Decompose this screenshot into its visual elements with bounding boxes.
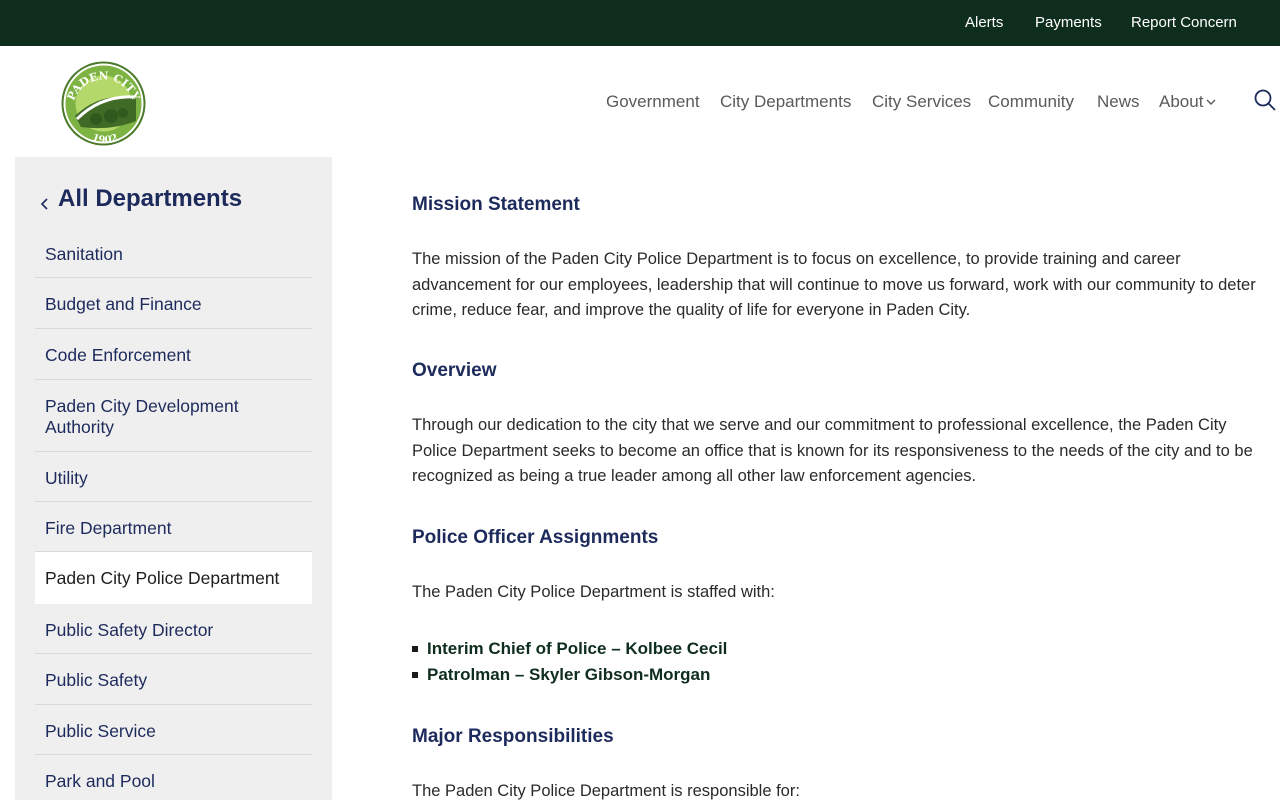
sidebar-item-utility[interactable]: Utility [35,452,312,502]
sidebar-item-public-safety[interactable]: Public Safety [35,654,312,705]
sidebar-item-code-enforcement[interactable]: Code Enforcement [35,329,312,380]
chevron-left-icon [40,198,48,210]
alerts-link[interactable]: Alerts [965,14,1003,31]
mission-heading: Mission Statement [412,194,580,215]
sidebar-item-police-department[interactable]: Paden City Police Department [35,552,312,604]
sidebar-item-public-service[interactable]: Public Service [35,705,312,755]
payments-link[interactable]: Payments [1035,14,1102,31]
nav-about[interactable]: About [1159,92,1203,112]
search-icon[interactable] [1253,88,1277,112]
all-departments-label: All Departments [58,185,243,212]
nav-news[interactable]: News [1097,92,1140,112]
list-item: Patrolman – Skyler Gibson-Morgan [412,662,727,688]
main-nav: Government City Departments City Service… [0,92,1280,114]
sidebar-item-park-pool[interactable]: Park and Pool [35,755,312,800]
sidebar-item-budget-finance[interactable]: Budget and Finance [35,278,312,329]
mission-text: The mission of the Paden City Police Dep… [412,250,1256,319]
report-concern-link[interactable]: Report Concern [1131,14,1237,31]
sidebar-item-sanitation[interactable]: Sanitation [35,228,312,278]
overview-text: Through our dedication to the city that … [412,416,1253,485]
assignments-intro: The Paden City Police Department is staf… [412,583,775,601]
nav-city-services[interactable]: City Services [872,92,971,112]
nav-government[interactable]: Government [606,92,700,112]
sidebar-item-fire-department[interactable]: Fire Department [35,502,312,552]
officer-list: Interim Chief of Police – Kolbee Cecil P… [412,636,727,688]
nav-community[interactable]: Community [988,92,1074,112]
list-item: Interim Chief of Police – Kolbee Cecil [412,636,727,662]
overview-heading: Overview [412,360,497,381]
responsibilities-intro: The Paden City Police Department is resp… [412,782,800,800]
utility-bar: Alerts Payments Report Concern [0,0,1280,46]
sidebar-item-public-safety-director[interactable]: Public Safety Director [35,604,312,654]
sidebar-item-development-authority[interactable]: Paden City Development Authority [35,380,312,452]
assignments-heading: Police Officer Assignments [412,527,659,548]
chevron-down-icon[interactable] [1205,96,1217,108]
departments-sidebar: All Departments Sanitation Budget and Fi… [15,157,332,800]
responsibilities-heading: Major Responsibilities [412,726,614,747]
nav-city-departments[interactable]: City Departments [720,92,851,112]
